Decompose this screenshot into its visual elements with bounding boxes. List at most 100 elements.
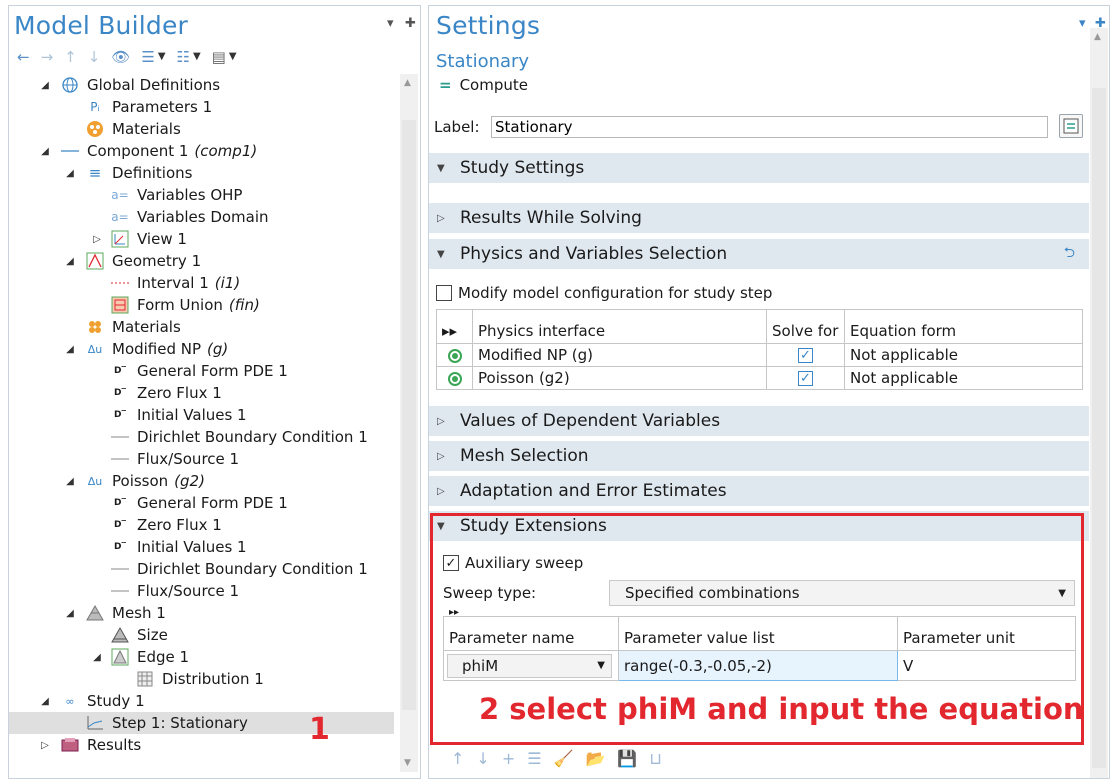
- tree-item-edge[interactable]: ◢ Edge 1: [9, 646, 394, 668]
- active-radio-icon[interactable]: [447, 371, 462, 386]
- tree-item-step-stationary[interactable]: Step 1: Stationary: [9, 712, 394, 734]
- forward-arrow-icon[interactable]: →: [41, 49, 54, 65]
- tree-item-global-definitions[interactable]: ◢ Global Definitions: [9, 74, 394, 96]
- modify-config-checkbox[interactable]: [436, 285, 452, 301]
- tree-item-flux-source[interactable]: Flux/Source 1: [9, 580, 394, 602]
- expand-toggle-icon[interactable]: ◢: [64, 344, 76, 355]
- tree-item-label: View 1: [137, 230, 187, 248]
- tree-item-variables-domain[interactable]: a= Variables Domain: [9, 206, 394, 228]
- globe-icon: [61, 76, 79, 94]
- label-input[interactable]: [491, 116, 1048, 138]
- tree-item-view[interactable]: ▷ View 1: [9, 228, 394, 250]
- tree-item-results[interactable]: ▷ Results: [9, 734, 394, 756]
- geometry-icon: [86, 252, 104, 270]
- tree-item-distribution[interactable]: Distribution 1: [9, 668, 394, 690]
- boundary-icon: [111, 582, 129, 600]
- tree-item-study[interactable]: ◢ ∞ Study 1: [9, 690, 394, 712]
- expand-columns-icon[interactable]: ▸▸: [436, 309, 473, 344]
- expand-toggle-icon[interactable]: ◢: [39, 146, 51, 157]
- tree-item-general-form-pde[interactable]: D‾ General Form PDE 1: [9, 492, 394, 514]
- pin-icon[interactable]: ✚: [405, 16, 416, 31]
- scrollbar-thumb[interactable]: [1092, 88, 1106, 768]
- scroll-up-icon[interactable]: ▲: [1094, 32, 1101, 42]
- tree-item-interval[interactable]: Interval 1 (i1): [9, 272, 394, 294]
- tree-item-zero-flux[interactable]: D‾ Zero Flux 1: [9, 382, 394, 404]
- expand-toggle-icon[interactable]: ◢: [39, 696, 51, 707]
- scroll-down-icon[interactable]: ▼: [404, 758, 411, 768]
- tree-item-general-form-pde[interactable]: D‾ General Form PDE 1: [9, 360, 394, 382]
- section-results-while-solving[interactable]: ▷ Results While Solving: [429, 203, 1089, 233]
- move-up-icon[interactable]: ↑: [64, 49, 77, 65]
- tree-item-geometry[interactable]: ◢ Geometry 1: [9, 250, 394, 272]
- expand-toggle-icon[interactable]: ◢: [91, 652, 103, 663]
- reset-icon[interactable]: ⮌: [1064, 242, 1075, 266]
- expand-toggle-icon[interactable]: ▷: [39, 740, 51, 751]
- move-down-icon[interactable]: ↓: [476, 749, 489, 768]
- section-adaptation[interactable]: ▷ Adaptation and Error Estimates: [429, 476, 1089, 506]
- label-options-button[interactable]: [1059, 114, 1083, 138]
- load-icon[interactable]: ⊔: [649, 749, 661, 768]
- tree-item-poisson[interactable]: ◢ Δu Poisson (g2): [9, 470, 394, 492]
- active-radio-icon[interactable]: [447, 348, 462, 363]
- add-icon[interactable]: +: [502, 749, 515, 768]
- section-study-settings[interactable]: ▼ Study Settings: [429, 153, 1089, 183]
- tree-item-mesh[interactable]: ◢ Mesh 1: [9, 602, 394, 624]
- tree-item-materials-component[interactable]: Materials: [9, 316, 394, 338]
- expand-toggle-icon[interactable]: ◢: [64, 608, 76, 619]
- tree-item-label: Results: [87, 736, 142, 754]
- tree-item-initial-values[interactable]: D‾ Initial Values 1: [9, 536, 394, 558]
- expand-toggle-icon[interactable]: ◢: [64, 476, 76, 487]
- move-up-icon[interactable]: ↑: [451, 749, 464, 768]
- move-down-icon[interactable]: ↓: [88, 49, 101, 65]
- solve-for-cell[interactable]: ✓: [766, 366, 845, 390]
- settings-scrollbar[interactable]: ▲: [1090, 28, 1108, 778]
- open-file-icon[interactable]: 📂: [585, 749, 605, 768]
- scrollbar-thumb[interactable]: [402, 120, 416, 710]
- expand-toggle-icon[interactable]: ◢: [64, 168, 76, 179]
- expand-toggle-icon[interactable]: ◢: [39, 80, 51, 91]
- active-radio[interactable]: [436, 366, 473, 390]
- tree-item-form-union[interactable]: Form Union (fin): [9, 294, 394, 316]
- tree-item-dirichlet[interactable]: Dirichlet Boundary Condition 1: [9, 558, 394, 580]
- section-physics-selection[interactable]: ▼ Physics and Variables Selection ⮌: [429, 239, 1089, 269]
- tree-item-parameters[interactable]: Pᵢ Parameters 1: [9, 96, 394, 118]
- panel-menu-icon[interactable]: ▾: [1079, 16, 1086, 31]
- checkmark-icon[interactable]: ✓: [798, 348, 813, 363]
- tree-item-variables-ohp[interactable]: a= Variables OHP: [9, 184, 394, 206]
- expand-sections-icon[interactable]: ☰ ▼: [141, 49, 165, 65]
- tree-item-zero-flux[interactable]: D‾ Zero Flux 1: [9, 514, 394, 536]
- section-dependent-variables[interactable]: ▷ Values of Dependent Variables: [429, 406, 1089, 436]
- panel-menu-icon[interactable]: ▾: [387, 16, 394, 31]
- tree-item-size[interactable]: Size: [9, 624, 394, 646]
- tree-item-flux-source[interactable]: Flux/Source 1: [9, 448, 394, 470]
- solve-for-cell[interactable]: ✓: [766, 343, 845, 367]
- tree-item-label: Initial Values 1: [137, 406, 247, 424]
- expand-toggle-icon[interactable]: ◢: [64, 256, 76, 267]
- tree-scrollbar[interactable]: ▲ ▼: [400, 74, 418, 772]
- tree-item-dirichlet[interactable]: Dirichlet Boundary Condition 1: [9, 426, 394, 448]
- delete-icon[interactable]: ☰: [527, 749, 541, 768]
- tree-item-label: Step 1: Stationary: [112, 714, 248, 732]
- table-row[interactable]: Poisson (g2) ✓ Not applicable: [436, 366, 1083, 390]
- materials-icon: [86, 120, 104, 138]
- tree-item-component[interactable]: ◢ Component 1 (comp1): [9, 140, 394, 162]
- table-row[interactable]: Modified NP (g) ✓ Not applicable: [436, 343, 1083, 367]
- tree-item-definitions[interactable]: ◢ ≡ Definitions: [9, 162, 394, 184]
- modify-config-row: Modify model configuration for study ste…: [436, 284, 772, 302]
- save-icon[interactable]: 💾: [617, 749, 637, 768]
- tree-item-modified-np[interactable]: ◢ Δu Modified NP (g): [9, 338, 394, 360]
- expand-toggle-icon[interactable]: ▷: [91, 234, 103, 245]
- tree-options-icon[interactable]: ▤ ▼: [212, 49, 237, 65]
- scroll-up-icon[interactable]: ▲: [404, 78, 411, 88]
- compute-button[interactable]: = Compute: [439, 76, 528, 94]
- tree-item-initial-values[interactable]: D‾ Initial Values 1: [9, 404, 394, 426]
- section-mesh-selection[interactable]: ▷ Mesh Selection: [429, 441, 1089, 471]
- tree-item-materials[interactable]: Materials: [9, 118, 394, 140]
- active-radio[interactable]: [436, 343, 473, 367]
- collapse-sections-icon[interactable]: ☷ ▼: [177, 49, 201, 65]
- clear-icon[interactable]: 🧹: [554, 749, 574, 768]
- show-icon[interactable]: 👁: [111, 49, 130, 65]
- tree-item-label: Mesh 1: [112, 604, 166, 622]
- checkmark-icon[interactable]: ✓: [798, 371, 813, 386]
- back-arrow-icon[interactable]: ←: [17, 49, 30, 65]
